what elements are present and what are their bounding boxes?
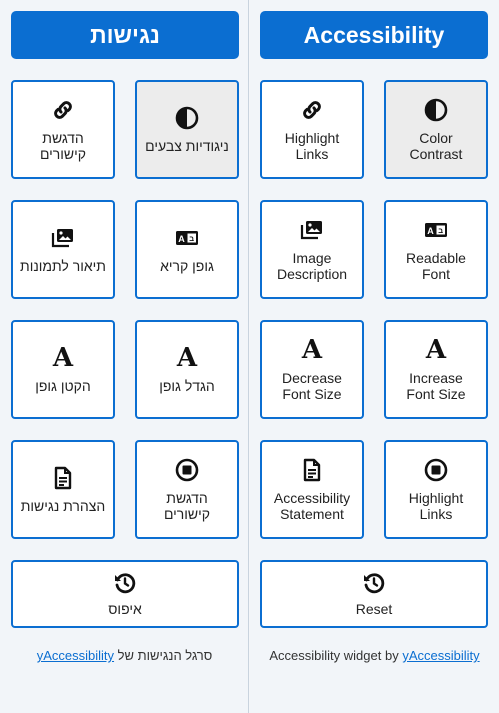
font-size-icon: A xyxy=(425,334,447,365)
document-icon xyxy=(51,466,75,490)
svg-text:A: A xyxy=(178,234,185,244)
tile-label: Increase Font Size xyxy=(406,369,466,402)
footer-text: סרגל הנגישות של xyxy=(117,648,213,663)
color-contrast-button-hebrew[interactable]: ניגודיות צבעים xyxy=(135,80,239,179)
tile-label: Color Contrast xyxy=(409,129,463,162)
contrast-icon xyxy=(175,106,199,130)
tile-label: איפוס xyxy=(108,601,142,617)
highlight-links-button[interactable]: Highlight Links xyxy=(260,80,364,179)
tile-label: הקטן גופן xyxy=(35,377,91,394)
footer-english: Accessibility widget by yAccessibility xyxy=(250,648,499,663)
readable-font-button[interactable]: Aב Readable Font xyxy=(384,200,488,299)
svg-text:ב: ב xyxy=(438,226,443,235)
footer-hebrew: סרגל הנגישות של yAccessibility xyxy=(0,648,249,663)
english-accessibility-panel: Accessibility Highlight Links Color Cont… xyxy=(250,0,499,713)
document-icon xyxy=(300,458,324,482)
stop-circle-icon xyxy=(175,458,199,482)
font-size-icon: A xyxy=(52,342,74,373)
tile-label: Image Description xyxy=(276,249,348,282)
tile-label: ניגודיות צבעים xyxy=(145,137,229,154)
reset-button[interactable]: Reset xyxy=(260,560,488,628)
readable-font-icon: Aב xyxy=(424,218,448,242)
tile-label: גופן קריא xyxy=(160,257,214,274)
yaccessibility-link[interactable]: yAccessibility xyxy=(402,648,479,663)
svg-text:ב: ב xyxy=(189,234,194,243)
image-description-button[interactable]: Image Description xyxy=(260,200,364,299)
tile-label: Reset xyxy=(355,601,393,617)
images-icon xyxy=(51,226,75,250)
tile-label: הדגשת קישורים xyxy=(163,489,211,522)
accessibility-statement-button-hebrew[interactable]: הצהרת נגישות xyxy=(11,440,115,539)
hebrew-accessibility-panel: נגישות הדגשת קישורים ניגודיות צבעים תיאו… xyxy=(0,0,249,713)
tile-label: Accessibility Statement xyxy=(273,489,351,522)
yaccessibility-link[interactable]: yAccessibility xyxy=(37,648,114,663)
link-icon xyxy=(300,98,324,122)
increase-font-button-hebrew[interactable]: A הגדל גופן xyxy=(135,320,239,419)
readable-font-icon: Aב xyxy=(175,226,199,250)
tile-label: Highlight Links xyxy=(284,129,340,162)
tile-label: תיאור לתמונות xyxy=(20,257,106,274)
tile-label: Highlight Links xyxy=(408,489,464,522)
contrast-icon xyxy=(424,98,448,122)
color-contrast-button[interactable]: Color Contrast xyxy=(384,80,488,179)
panel-title-english: Accessibility xyxy=(260,11,488,59)
tile-label: הצהרת נגישות xyxy=(20,497,106,514)
increase-font-button[interactable]: A Increase Font Size xyxy=(384,320,488,419)
tile-label: הגדל גופן xyxy=(159,377,215,394)
stop-circle-icon xyxy=(424,458,448,482)
tile-label: Readable Font xyxy=(406,249,466,282)
reset-history-icon xyxy=(113,571,137,595)
footer-text: Accessibility widget by xyxy=(269,648,399,663)
highlight-links-button-hebrew[interactable]: הדגשת קישורים xyxy=(11,80,115,179)
decrease-font-button-hebrew[interactable]: A הקטן גופן xyxy=(11,320,115,419)
images-icon xyxy=(300,218,324,242)
tile-label: Decrease Font Size xyxy=(282,369,342,402)
image-description-button-hebrew[interactable]: תיאור לתמונות xyxy=(11,200,115,299)
link-icon xyxy=(51,98,75,122)
decrease-font-button[interactable]: A Decrease Font Size xyxy=(260,320,364,419)
reset-history-icon xyxy=(362,571,386,595)
tile-label: הדגשת קישורים xyxy=(39,129,87,162)
accessibility-statement-button[interactable]: Accessibility Statement xyxy=(260,440,364,539)
panel-title-hebrew: נגישות xyxy=(11,11,239,59)
highlight-links-2-button-hebrew[interactable]: הדגשת קישורים xyxy=(135,440,239,539)
highlight-links-2-button[interactable]: Highlight Links xyxy=(384,440,488,539)
font-size-icon: A xyxy=(176,342,198,373)
reset-button-hebrew[interactable]: איפוס xyxy=(11,560,239,628)
readable-font-button-hebrew[interactable]: Aב גופן קריא xyxy=(135,200,239,299)
svg-text:A: A xyxy=(427,226,434,236)
font-size-icon: A xyxy=(301,334,323,365)
